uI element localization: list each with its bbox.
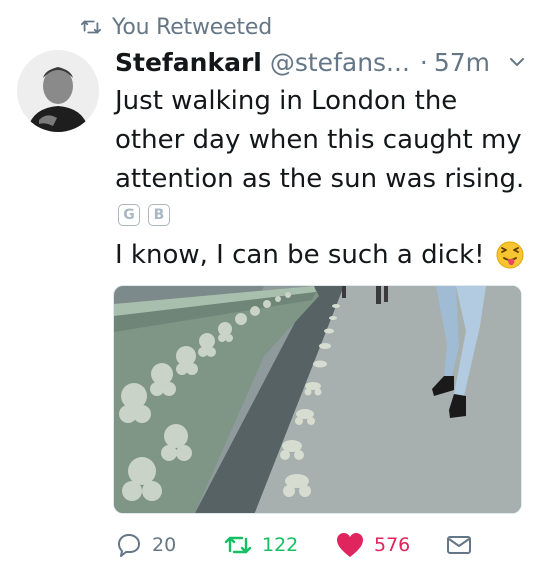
retweet-icon — [80, 20, 102, 34]
tweet-header: Stefankarl @stefans... · 57m — [115, 44, 528, 80]
retweet-button[interactable]: 122 — [223, 528, 298, 562]
avatar-image — [17, 50, 99, 132]
author-name[interactable]: Stefankarl — [115, 48, 262, 77]
bridge-shadow-image — [114, 286, 521, 513]
author-handle[interactable]: @stefans... — [270, 48, 410, 77]
avatar[interactable] — [17, 50, 99, 132]
tweet-photo[interactable] — [113, 285, 522, 514]
retweeted-context: You Retweeted — [80, 12, 272, 42]
winking-tongue-emoji-icon — [496, 241, 524, 269]
retweet-count: 122 — [262, 534, 299, 556]
timestamp[interactable]: 57m — [434, 48, 490, 77]
tweet-text-line: I know, I can be such a dick! — [115, 240, 485, 270]
reply-icon — [118, 534, 140, 557]
like-button[interactable]: 576 — [335, 528, 410, 562]
reply-button[interactable]: 20 — [115, 528, 176, 562]
translate-row: G B — [118, 204, 170, 226]
direct-message-button[interactable] — [445, 528, 473, 562]
retweeted-label: You Retweeted — [112, 14, 272, 40]
tweet-text-line: other day when this caught my — [115, 125, 522, 155]
envelope-icon — [447, 536, 471, 554]
like-count: 576 — [374, 534, 411, 556]
chevron-down-icon[interactable] — [506, 51, 528, 73]
reply-count: 20 — [152, 534, 177, 556]
translate-bing-icon[interactable]: B — [148, 204, 170, 226]
retweet-icon — [224, 536, 252, 554]
heart-icon — [337, 533, 363, 557]
separator-dot: · — [419, 47, 428, 77]
translate-google-icon[interactable]: G — [118, 204, 140, 226]
tweet-text-line: Just walking in London the — [115, 86, 458, 116]
tweet-text-line: attention as the sun was rising. — [115, 164, 525, 194]
tweet-actions: 20 122 576 — [115, 528, 525, 562]
tweet-text-second-line: I know, I can be such a dick! — [115, 236, 535, 274]
